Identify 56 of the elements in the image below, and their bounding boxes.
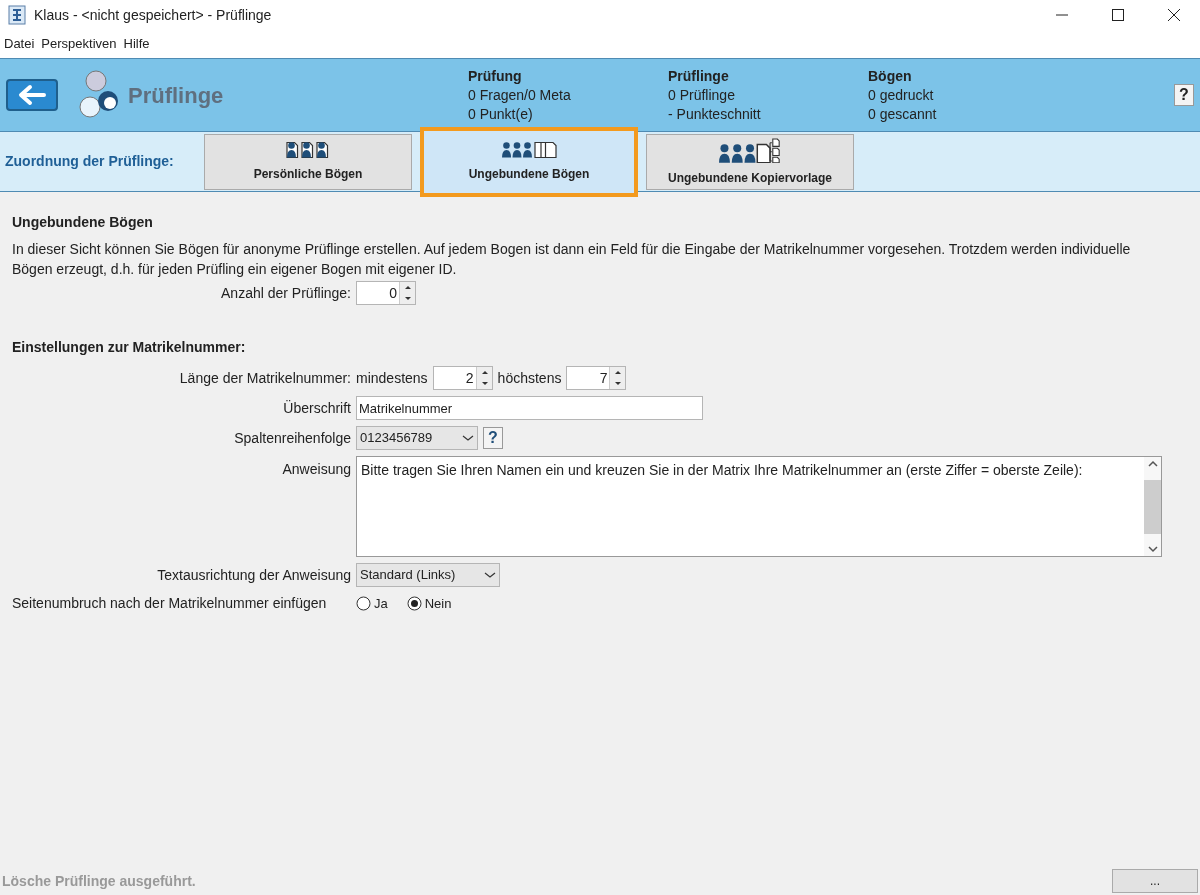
people-sheet-copies-icon [719,136,781,163]
status-message: Lösche Prüflinge ausgeführt. [2,871,196,891]
radio-button[interactable] [406,596,422,611]
min-spinner[interactable]: 2 [432,366,493,390]
chevron-down-icon[interactable] [1147,545,1158,553]
help-button[interactable]: ? [483,427,503,449]
scrollbar[interactable] [1144,457,1161,556]
chevron-up-icon[interactable] [1147,460,1158,468]
close-icon[interactable] [1168,9,1180,21]
field-label: Anzahl der Prüflinge: [220,283,351,303]
stat-heading: Prüfung [468,66,523,86]
stat-value: 0 gedruckt [868,85,935,105]
menu-item[interactable]: Hilfe [123,34,150,54]
maximize-icon[interactable] [1112,9,1124,21]
assignment-label: Zuordnung der Prüflinge: [5,152,175,171]
chevron-down-icon [462,434,474,442]
field-label: Spaltenreihenfolge [233,428,351,448]
field-label: Seitenumbruch nach der Matrikelnummer einfügen [11,594,328,613]
section-description: In dieser Sicht können Sie Bögen für anonyme Prüflinge erstellen. Auf jedem Bogen ist dann ein Feld für die Eingabe der Matrikelnummer vorgesehen. Trotzdem werden individuelle Bögen erzeugt, d.h. für jeden Prüfling ein eigener Bogen mit eigener ID. [12,240,1132,279]
stat-value: 0 Fragen/0 Meta [468,85,572,105]
stat-value: 0 Prüflinge [668,85,736,105]
view-tab[interactable]: Ungebundene Kopiervorlage [646,133,854,190]
stat-value: - Punkteschnitt [668,104,762,124]
stat-value: 0 gescannt [868,104,938,124]
stat-value: 0 Punkt(e) [468,104,534,124]
radio-label: Ja [374,594,388,613]
field-label: Anweisung [281,460,351,479]
section-title: Ungebundene Bögen [12,213,154,232]
view-tab[interactable]: Persönliche Bögen [204,133,412,190]
radio-label: Nein [424,594,452,613]
max-spinner[interactable]: 7 [566,366,627,390]
stat-heading: Prüflinge [668,66,730,86]
field-label: Überschrift [282,398,351,418]
count-spinner[interactable]: 0 [356,281,416,305]
field-label: Länge der Matrikelnummer: [178,368,351,388]
section-title: Einstellungen zur Matrikelnummer: [12,338,247,357]
chevron-down-icon [484,571,496,579]
field-label: höchstens [497,368,562,388]
field-label: mindestens [356,368,428,388]
field-label: Textausrichtung der Anweisung [156,565,351,585]
more-button[interactable]: ... [1112,869,1198,893]
back-button[interactable] [6,79,58,111]
arrow-left-icon [16,84,48,106]
stat-heading: Bögen [868,66,913,86]
heading-input-field[interactable]: Matrikelnummer [356,396,703,420]
view-tab[interactable]: Ungebundene Bögen [420,126,638,197]
alignment-dropdown[interactable]: Standard (Links) [356,563,500,587]
page-title: Prüflinge [128,81,225,110]
window-title: Klaus - <nicht gespeichert> - Prüflinge [34,5,273,25]
radio-button[interactable] [356,596,371,611]
instruction-text-area[interactable]: Bitte tragen Sie Ihren Namen ein und kreuzen Sie in der Matrix Ihre Matrikelnummer an (erste Ziffer = oberste Zeile): [356,456,1162,557]
column-order-dropdown[interactable]: 0123456789 [356,426,478,450]
app-icon [8,5,26,25]
help-button[interactable]: ? [1174,84,1194,106]
menu-item[interactable]: Perspektiven [41,34,117,54]
menu-item[interactable]: Datei [4,34,35,54]
